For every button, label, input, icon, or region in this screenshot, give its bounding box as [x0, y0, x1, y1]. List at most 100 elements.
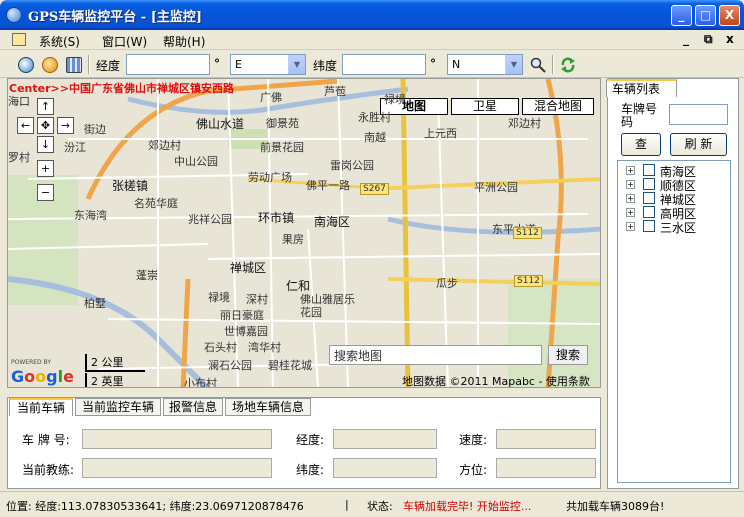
longitude-field [333, 429, 437, 449]
longitude-direction-value: E [235, 58, 242, 71]
map-label: 广佛 [260, 91, 282, 104]
checkbox[interactable] [643, 220, 655, 232]
map-label: 东海湾 [74, 209, 107, 222]
plate-field-label: 车 牌 号: [22, 433, 70, 447]
latitude-label: 纬度 [313, 59, 338, 73]
map-label: 芦苞 [324, 85, 346, 98]
map-label: 前景花园 [260, 141, 304, 154]
expand-icon[interactable]: + [626, 208, 635, 217]
minimize-button[interactable]: _ [671, 5, 692, 26]
map-label: 街边 [84, 123, 106, 136]
map-label: 罗村 [8, 151, 30, 164]
map-label: 佛山水道 [196, 117, 245, 131]
longitude-direction-select[interactable]: E ▼ [230, 54, 306, 75]
status-divider: | [345, 498, 349, 511]
checkbox[interactable] [643, 192, 655, 204]
latitude-field-label: 纬度: [296, 463, 325, 477]
map-label: 张槎镇 [112, 179, 149, 193]
mdi-close-button[interactable]: x [726, 32, 734, 46]
grid-icon[interactable] [66, 57, 82, 73]
longitude-label: 经度 [96, 59, 121, 73]
mdi-minimize-button[interactable]: _ [683, 32, 689, 46]
menu-window[interactable]: 窗口(W) [102, 33, 147, 50]
checkbox[interactable] [643, 206, 655, 218]
expand-icon[interactable]: + [626, 166, 635, 175]
map-label: 兆祥公园 [188, 213, 232, 226]
map-label: 柏墅 [84, 297, 106, 310]
latitude-direction-value: N [452, 58, 461, 71]
expand-icon[interactable]: + [626, 180, 635, 189]
menu-bar: 系统(S) 窗口(W) 帮助(H) _ ⧉ x [0, 30, 744, 50]
expand-icon[interactable]: + [626, 194, 635, 203]
checkbox[interactable] [643, 164, 655, 176]
tab-site-vehicle-info[interactable]: 场地车辆信息 [225, 398, 311, 416]
map-copyright[interactable]: 地图数据 ©2011 Mapabc - 使用条款 [402, 373, 590, 387]
map-label: 碧桂花城 [268, 359, 312, 372]
map-label: 世博嘉园 [224, 325, 268, 338]
tab-alarm-info[interactable]: 报警信息 [163, 398, 223, 416]
warning-icon[interactable] [42, 57, 58, 73]
speed-field-label: 速度: [459, 433, 488, 447]
map-label: 瓜步 [436, 277, 458, 290]
map-label: 御景苑 [266, 117, 299, 130]
query-button[interactable]: 查 [621, 133, 661, 156]
map-search-button[interactable]: 搜索 [548, 345, 588, 365]
coach-field-label: 当前教练: [22, 463, 75, 477]
refresh-icon[interactable] [560, 57, 576, 73]
latitude-input[interactable] [342, 54, 426, 75]
map-label: 劳动广场 [248, 171, 292, 184]
heading-field [496, 458, 596, 478]
speed-field [496, 429, 596, 449]
tab-monitored-vehicles[interactable]: 当前监控车辆 [75, 398, 161, 416]
search-icon[interactable] [530, 57, 546, 73]
map-view[interactable]: Center>>中国广东省佛山市禅城区镇安西路 地图 卫星 混合地图 ↑ ← ✥… [7, 78, 601, 388]
map-label: 中山公园 [174, 155, 218, 168]
pan-right-button[interactable]: → [57, 117, 74, 134]
title-bar[interactable]: GPS车辆监控平台 - [主监控] _ □ X [0, 0, 744, 30]
menu-help[interactable]: 帮助(H) [163, 33, 205, 50]
map-label: 上元西 [424, 127, 457, 140]
map-label: 永胜村 [358, 111, 391, 124]
tab-current-vehicle[interactable]: 当前车辆 [9, 398, 73, 416]
mdi-window-icon[interactable] [12, 33, 26, 46]
coach-field [82, 458, 272, 478]
menu-system[interactable]: 系统(S) [39, 33, 80, 50]
plate-search-input[interactable] [669, 104, 728, 125]
close-button[interactable]: X [719, 5, 740, 26]
road-shield: S267 [360, 183, 389, 195]
toolbar-separator [552, 55, 554, 74]
pan-center-button[interactable]: ✥ [37, 117, 54, 134]
toolbar-separator [88, 55, 90, 74]
zoom-in-button[interactable]: + [37, 160, 54, 177]
map-label: 小布村 [184, 377, 217, 388]
tab-vehicle-list[interactable]: 车辆列表 [606, 79, 677, 97]
map-label: 蓬崇 [136, 269, 158, 282]
expand-icon[interactable]: + [626, 222, 635, 231]
mdi-restore-button[interactable]: ⧉ [704, 32, 713, 47]
latitude-direction-select[interactable]: N ▼ [447, 54, 523, 75]
refresh-button[interactable]: 刷 新 [670, 133, 727, 156]
status-total-vehicles: 共加载车辆3089台! [566, 500, 665, 513]
globe-icon[interactable] [18, 57, 34, 73]
map-search-input[interactable]: 搜索地图 [329, 345, 542, 365]
map-label: 禅城区 [230, 261, 267, 275]
window-title: GPS车辆监控平台 - [主监控] [28, 10, 203, 25]
plate-field [82, 429, 272, 449]
map-label: 名苑华庭 [134, 197, 178, 210]
longitude-input[interactable] [126, 54, 210, 75]
map-label: 仁和 [286, 279, 311, 293]
checkbox[interactable] [643, 178, 655, 190]
pan-down-button[interactable]: ↓ [37, 136, 54, 153]
longitude-field-label: 经度: [296, 433, 325, 447]
maptype-hybrid-button[interactable]: 混合地图 [522, 98, 594, 115]
maptype-satellite-button[interactable]: 卫星 [451, 98, 519, 115]
status-state-value: 车辆加载完毕! 开始监控... [403, 500, 532, 513]
pan-left-button[interactable]: ← [17, 117, 34, 134]
map-label: 佛山雅居乐花园 [300, 293, 355, 319]
maximize-button[interactable]: □ [695, 5, 716, 26]
map-label: 环市镇 [258, 211, 295, 225]
map-label: 石头村 [204, 341, 237, 354]
zoom-out-button[interactable]: − [37, 184, 54, 201]
pan-up-button[interactable]: ↑ [37, 98, 54, 115]
map-label: 郊边村 [148, 139, 181, 152]
